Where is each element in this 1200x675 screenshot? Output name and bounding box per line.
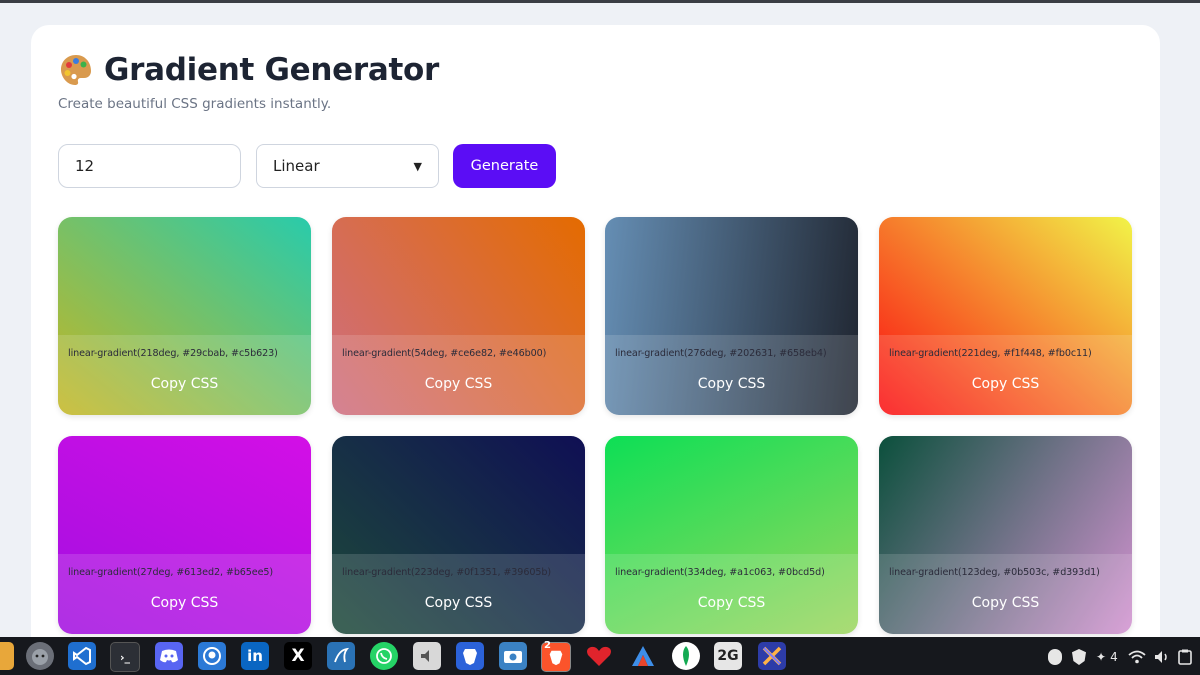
discord-icon[interactable]	[155, 642, 183, 670]
gradient-card: linear-gradient(218deg, #29cbab, #c5b623…	[58, 217, 311, 415]
gradient-card: linear-gradient(123deg, #0b503c, #d393d1…	[879, 436, 1132, 634]
dolphin-glyph	[334, 647, 350, 663]
palette-icon	[61, 55, 91, 85]
page-title: Gradient Generator	[58, 50, 439, 90]
brave-browser-icon[interactable]	[456, 642, 484, 670]
gradient-css-text: linear-gradient(223deg, #0f1351, #39605b…	[342, 567, 551, 578]
terminal-icon[interactable]: ›_	[110, 642, 140, 672]
mysql-workbench-icon[interactable]	[327, 642, 355, 670]
x-cross-glyph	[762, 646, 782, 666]
gradient-css-text: linear-gradient(276deg, #202631, #658eb4…	[615, 348, 827, 359]
gradient-card: linear-gradient(27deg, #613ed2, #b65ee5)…	[58, 436, 311, 634]
cat-glyph	[32, 649, 48, 665]
clipboard-icon[interactable]	[1177, 649, 1192, 665]
copy-css-button[interactable]: Copy CSS	[332, 594, 585, 612]
folder-icon[interactable]	[0, 642, 14, 670]
gradient-css-text: linear-gradient(27deg, #613ed2, #b65ee5)	[68, 567, 274, 578]
brave-active-icon[interactable]: 2	[541, 640, 571, 672]
whatsapp-icon[interactable]	[370, 642, 398, 670]
gradient-type-value: Linear	[273, 157, 320, 175]
speaker-glyph	[421, 650, 429, 662]
gradient-card: linear-gradient(276deg, #202631, #658eb4…	[605, 217, 858, 415]
gradient-type-select[interactable]: Linear ▼	[256, 144, 439, 188]
shield-icon[interactable]	[1072, 649, 1086, 665]
discord-glyph	[160, 649, 178, 663]
heart-glyph	[587, 646, 611, 666]
notification-count: 4	[1110, 650, 1118, 664]
gradient-css-text: linear-gradient(218deg, #29cbab, #c5b623…	[68, 348, 278, 359]
system-tray: ✦ 4	[1048, 645, 1192, 669]
copy-css-button[interactable]: Copy CSS	[58, 594, 311, 612]
vscode-icon[interactable]	[68, 642, 96, 670]
gradient-card: linear-gradient(221deg, #f1f448, #fb0c11…	[879, 217, 1132, 415]
bluetooth-icon[interactable]	[1048, 649, 1062, 665]
xampp-icon[interactable]	[758, 642, 786, 670]
terminal-glyph: ›_	[119, 650, 131, 664]
leaf-glyph	[683, 646, 689, 666]
page-subtitle: Create beautiful CSS gradients instantly…	[58, 96, 332, 112]
arch-glyph	[632, 646, 654, 666]
wifi-icon[interactable]	[1128, 650, 1146, 664]
count-input[interactable]	[58, 144, 241, 188]
gradient-card: linear-gradient(223deg, #0f1351, #39605b…	[332, 436, 585, 634]
sound-mixer-icon[interactable]	[413, 642, 441, 670]
copy-css-button[interactable]: Copy CSS	[58, 375, 311, 393]
volume-icon[interactable]	[1154, 650, 1170, 664]
linkedin-icon[interactable]: in	[241, 642, 269, 670]
screenshot-icon[interactable]	[499, 642, 527, 670]
copy-css-button[interactable]: Copy CSS	[879, 594, 1132, 612]
chevron-down-icon: ▼	[413, 159, 422, 173]
lion-glyph	[463, 649, 477, 665]
gradient-css-text: linear-gradient(123deg, #0b503c, #d393d1…	[889, 567, 1100, 578]
x-icon[interactable]: X	[284, 642, 312, 670]
window-count-badge: 2	[544, 640, 551, 651]
heart-app-icon[interactable]	[585, 642, 613, 670]
network-2g-icon[interactable]: 2G	[714, 642, 742, 670]
gradient-css-text: linear-gradient(221deg, #f1f448, #fb0c11…	[889, 348, 1092, 359]
title-text: Gradient Generator	[104, 52, 439, 88]
generate-button[interactable]: Generate	[453, 144, 556, 188]
copy-css-button[interactable]: Copy CSS	[879, 375, 1132, 393]
cat-face-icon[interactable]	[26, 642, 54, 670]
gradient-card: linear-gradient(334deg, #a1c063, #0bcd5d…	[605, 436, 858, 634]
vscode-glyph	[73, 646, 91, 666]
notifications-icon[interactable]: ✦	[1096, 650, 1106, 664]
github-glyph	[203, 647, 221, 665]
gradient-css-text: linear-gradient(334deg, #a1c063, #0bcd5d…	[615, 567, 825, 578]
github-icon[interactable]	[198, 642, 226, 670]
camera-glyph	[504, 651, 522, 663]
arch-icon[interactable]	[629, 642, 657, 670]
gradient-css-text: linear-gradient(54deg, #ce6e82, #e46b00)	[342, 348, 547, 359]
copy-css-button[interactable]: Copy CSS	[605, 375, 858, 393]
copy-css-button[interactable]: Copy CSS	[605, 594, 858, 612]
phone-glyph	[376, 648, 392, 664]
copy-css-button[interactable]: Copy CSS	[332, 375, 585, 393]
browser-top-edge	[0, 0, 1200, 3]
mongodb-icon[interactable]	[672, 642, 700, 670]
gradient-card: linear-gradient(54deg, #ce6e82, #e46b00)…	[332, 217, 585, 415]
